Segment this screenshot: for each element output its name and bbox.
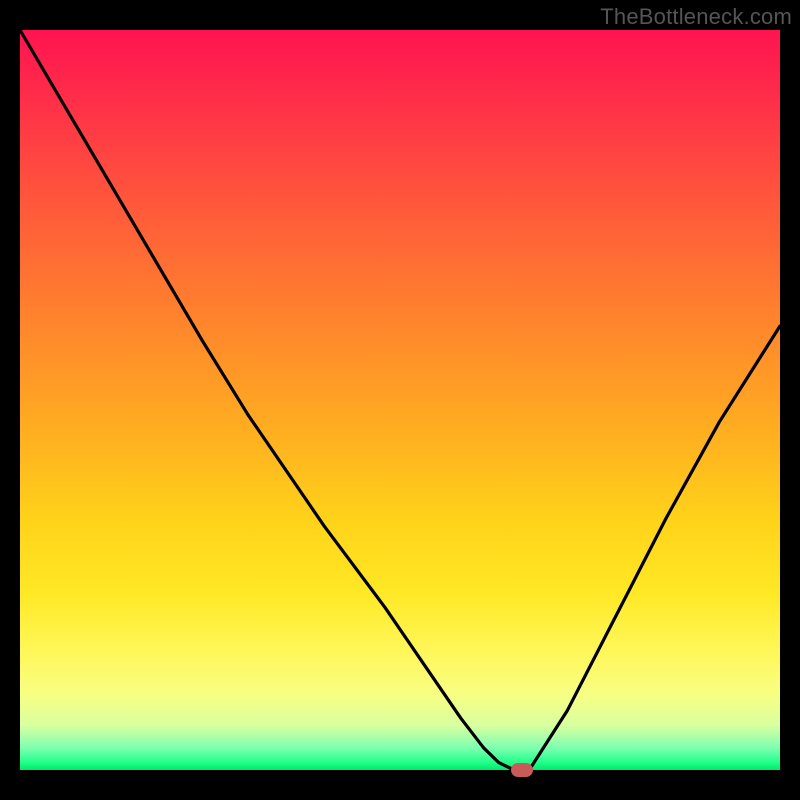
plot-area <box>20 30 780 770</box>
watermark-text: TheBottleneck.com <box>600 4 792 30</box>
bottleneck-curve <box>20 30 780 770</box>
chart-frame: TheBottleneck.com <box>0 0 800 800</box>
optimal-point-marker <box>511 763 533 777</box>
